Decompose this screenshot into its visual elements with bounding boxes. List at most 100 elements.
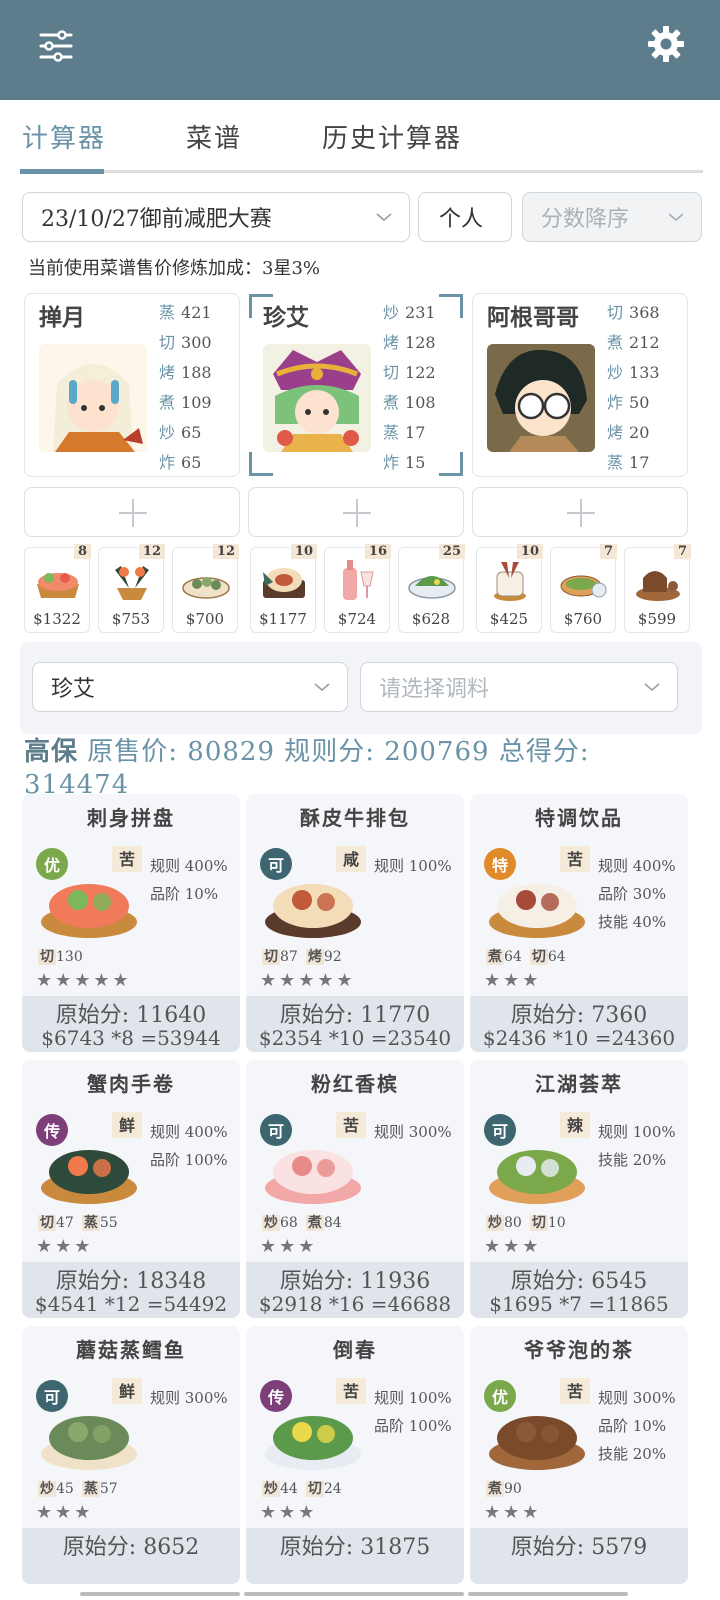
score-box: 原始分: 5579 bbox=[470, 1528, 688, 1584]
star-rating: ★★★ bbox=[260, 1236, 318, 1257]
dish-thumb[interactable]: 10 $1177 bbox=[250, 544, 317, 633]
dish-count: 8 bbox=[73, 544, 91, 559]
skill-type: 切 bbox=[38, 949, 56, 965]
spring-greens-icon bbox=[408, 576, 456, 599]
chef-avatar bbox=[263, 344, 371, 452]
recipe-card[interactable]: 爷爷泡的茶 优 苦 规则 300% 品阶 10% 技能 20% 煮 90 ★★★ 原始… bbox=[470, 1326, 688, 1584]
rule-bonus: 规则 300% bbox=[374, 1123, 452, 1141]
taste-tag: 苦 bbox=[112, 846, 142, 872]
selection-corner bbox=[249, 452, 273, 476]
dish-price: $760 bbox=[563, 610, 603, 628]
dish-thumb[interactable]: 7 $599 bbox=[624, 544, 691, 633]
skill-type: 烤 bbox=[305, 949, 324, 965]
score-box: 原始分: 6545 $1695 *7 =11865 bbox=[470, 1262, 688, 1318]
dish-price: $425 bbox=[489, 610, 529, 628]
tab-active-indicator bbox=[20, 169, 104, 174]
recipe-card[interactable]: 蘑菇蒸鳕鱼 可 鲜 规则 300% 炒 45 蒸 57 ★★★ 原始分: 8652 bbox=[22, 1326, 240, 1584]
recipe-name: 粉红香槟 bbox=[311, 1072, 399, 1096]
price-calc: $6743 *8 =53944 bbox=[41, 1026, 221, 1050]
dish-thumb[interactable]: 10 $425 bbox=[476, 544, 543, 633]
tab-recipes[interactable]: 菜谱 bbox=[186, 118, 242, 155]
skill-value: 68 bbox=[280, 1215, 298, 1231]
recipe-card[interactable]: 酥皮牛排包 可 咸 规则 100% 切 87 烤 92 ★★★★★ 原始分: 1177… bbox=[246, 794, 464, 1052]
settings-gear-icon[interactable] bbox=[646, 24, 686, 64]
chevron-down-icon bbox=[376, 213, 392, 222]
skill-type: 煮 bbox=[486, 949, 504, 965]
skill-value: 84 bbox=[323, 1215, 342, 1231]
dish-thumb[interactable]: 7 $760 bbox=[550, 544, 617, 633]
taste-tag: 苦 bbox=[336, 1112, 366, 1138]
mode-select[interactable]: 个人 bbox=[418, 192, 512, 242]
summary-text: 原售价: 80829 规则分: 200769 总得分: 314474 bbox=[24, 737, 590, 800]
dish-thumb[interactable]: 25 $628 bbox=[398, 544, 465, 633]
score-box: 原始分: 18348 $4541 *12 =54492 bbox=[22, 1262, 240, 1318]
chef-select[interactable]: 珍艾 bbox=[32, 662, 348, 712]
rule-bonus: 技能 40% bbox=[598, 913, 667, 931]
dish-thumb[interactable]: 12 $700 bbox=[172, 544, 239, 633]
recipe-card[interactable]: 倒春 传 苦 规则 100% 品阶 100% 炒 44 切 24 ★★★ 原始分: 31… bbox=[246, 1326, 464, 1584]
rule-bonus-list: 规则 400% 品阶 30% 技能 40% bbox=[598, 852, 676, 936]
dish-count: 7 bbox=[599, 544, 617, 559]
dish-count: 10 bbox=[516, 544, 543, 559]
score-box: 原始分: 11770 $2354 *10 =23540 bbox=[246, 996, 464, 1052]
skill-type: 蒸 bbox=[81, 1215, 100, 1231]
skill-value: 47 bbox=[56, 1215, 74, 1231]
add-chef-slot[interactable] bbox=[248, 487, 464, 537]
skill-requirements: 切 47 蒸 55 bbox=[38, 1212, 126, 1232]
seasoning-select[interactable]: 请选择调料 bbox=[360, 662, 678, 712]
taste-tag: 咸 bbox=[336, 846, 366, 872]
tab-calculator[interactable]: 计算器 bbox=[22, 118, 106, 155]
dish-price: $724 bbox=[337, 610, 377, 628]
contest-select-value: 23/10/27御前减肥大赛 bbox=[41, 207, 272, 232]
dish-thumb[interactable]: 16 $724 bbox=[324, 544, 391, 633]
chef-card[interactable]: 阿根哥哥 切 368 煮 212 炒 133 炸 50 烤 20 蒸 17 bbox=[472, 293, 688, 477]
skill-type: 切 bbox=[529, 1215, 548, 1231]
skill-value: 130 bbox=[56, 949, 83, 965]
quality-badge: 可 bbox=[260, 848, 292, 880]
recipe-card[interactable]: 特调饮品 特 苦 规则 400% 品阶 30% 技能 40% 煮 64 切 64 ★★★ … bbox=[470, 794, 688, 1052]
chef-card[interactable]: 掸月 蒸 421 切 300 烤 188 煮 109 炒 65 炸 65 bbox=[24, 293, 240, 477]
rule-bonus: 品阶 10% bbox=[150, 885, 219, 903]
dish-thumb[interactable]: 12 $753 bbox=[98, 544, 165, 633]
skill-requirements: 炒 45 蒸 57 bbox=[38, 1478, 126, 1498]
dish-count: 10 bbox=[290, 544, 317, 559]
raw-score: 原始分: 7360 bbox=[510, 1003, 648, 1028]
add-chef-slot[interactable] bbox=[472, 487, 688, 537]
seasoning-placeholder: 请选择调料 bbox=[379, 677, 490, 702]
filter-menu-icon[interactable] bbox=[38, 28, 74, 64]
recipe-name: 蟹肉手卷 bbox=[87, 1072, 175, 1096]
skill-requirements: 煮 90 bbox=[486, 1478, 530, 1498]
recipe-card[interactable]: 粉红香槟 可 苦 规则 300% 炒 68 煮 84 ★★★ 原始分: 11936 $… bbox=[246, 1060, 464, 1318]
chef-card-selected[interactable]: 珍艾 炒 231 烤 128 切 122 煮 108 蒸 17 炸 15 bbox=[248, 293, 464, 477]
rule-bonus: 规则 400% bbox=[598, 857, 676, 875]
skill-value: 55 bbox=[99, 1215, 118, 1231]
dish-count: 25 bbox=[438, 544, 465, 559]
chef-name: 掸月 bbox=[39, 304, 85, 331]
dish-thumb[interactable]: 8 $1322 bbox=[24, 544, 91, 633]
price-calc: $2354 *10 =23540 bbox=[258, 1026, 452, 1050]
add-chef-slot[interactable] bbox=[24, 487, 240, 537]
recipe-card[interactable]: 蟹肉手卷 传 鲜 规则 400% 品阶 100% 切 47 蒸 55 ★★★ 原始分: … bbox=[22, 1060, 240, 1318]
sort-select[interactable]: 分数降序 bbox=[522, 192, 702, 242]
quality-badge: 优 bbox=[484, 1380, 516, 1412]
scroll-indicator bbox=[80, 1592, 240, 1596]
recipe-card[interactable]: 江湖荟萃 可 辣 规则 100% 技能 20% 炒 80 切 10 ★★★ 原始分: 6… bbox=[470, 1060, 688, 1318]
plus-icon bbox=[343, 499, 371, 527]
pink-champagne-icon bbox=[343, 560, 374, 600]
rule-bonus-list: 规则 300% 品阶 10% 技能 20% bbox=[598, 1384, 676, 1468]
contest-select[interactable]: 23/10/27御前减肥大赛 bbox=[22, 192, 410, 242]
steamed-fish-icon bbox=[182, 577, 230, 599]
tab-history-calculator[interactable]: 历史计算器 bbox=[322, 118, 462, 155]
dish-price: $599 bbox=[637, 610, 677, 628]
scroll-indicator bbox=[468, 1592, 628, 1596]
recipe-card[interactable]: 刺身拼盘 优 苦 规则 400% 品阶 10% 切 130 ★★★★★ 原始分: 1… bbox=[22, 794, 240, 1052]
raw-score: 原始分: 11936 bbox=[279, 1269, 431, 1294]
skill-value: 80 bbox=[504, 1215, 522, 1231]
score-box: 原始分: 31875 bbox=[246, 1528, 464, 1584]
price-calc: $2436 *10 =24360 bbox=[482, 1026, 676, 1050]
skill-requirements: 切 87 烤 92 bbox=[262, 946, 350, 966]
skill-type: 蒸 bbox=[81, 1481, 100, 1497]
star-rating: ★★★★★ bbox=[36, 970, 132, 991]
dish-count: 12 bbox=[212, 544, 239, 559]
selection-corner bbox=[439, 294, 463, 318]
